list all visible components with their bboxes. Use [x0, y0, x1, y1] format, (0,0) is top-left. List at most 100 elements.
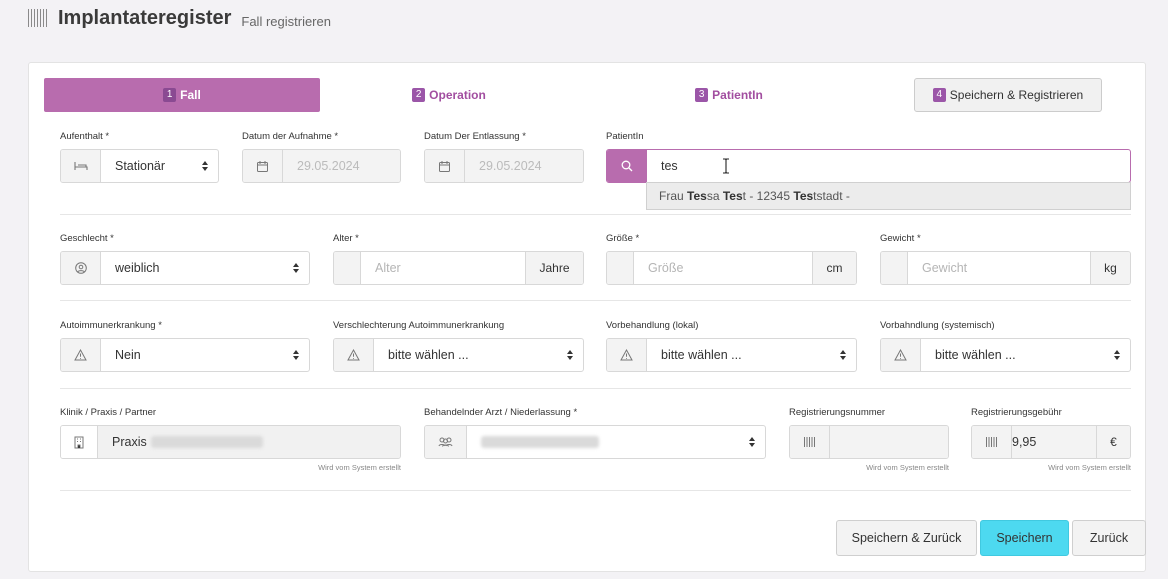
geschlecht-select[interactable]: weiblich [60, 251, 310, 285]
regnr-label: Registrierungsnummer [789, 407, 886, 418]
regnr-value [830, 426, 948, 458]
groesse-addon [607, 252, 634, 284]
suggestion-match: Tes [793, 189, 814, 203]
back-button[interactable]: Zurück [1072, 520, 1146, 556]
warning-icon [334, 339, 374, 371]
groesse-label: Größe * [606, 233, 640, 244]
autoimmun-select[interactable]: Nein [60, 338, 310, 372]
vorbehandlung-lokal-label: Vorbehandlung (lokal) [606, 320, 699, 331]
groesse-input[interactable]: Größe [634, 252, 812, 284]
gewicht-field[interactable]: Gewicht kg [880, 251, 1131, 285]
step-fall[interactable]: 1 Fall [44, 78, 320, 112]
vorbehandlung-lokal-value: bitte wählen ... [661, 348, 742, 362]
patient-search-input[interactable]: tes [647, 150, 1130, 182]
suggestion-match: Tes [687, 189, 707, 203]
save-and-back-button[interactable]: Speichern & Zurück [836, 520, 977, 556]
aufnahme-date-field[interactable]: 29.05.2024 [242, 149, 401, 183]
step-label: Fall [180, 88, 201, 102]
geschlecht-value: weiblich [115, 261, 160, 275]
entlassung-date-field[interactable]: 29.05.2024 [424, 149, 584, 183]
step-patientin[interactable]: 3 PatientIn [654, 78, 804, 112]
users-icon [425, 426, 467, 458]
patient-label: PatientIn [606, 131, 644, 142]
verschlechterung-value: bitte wählen ... [388, 348, 469, 362]
vorbehandlung-systemisch-label: Vorbahndlung (systemisch) [880, 320, 995, 331]
wizard-steps: 1 Fall 2 Operation 3 PatientIn 4 Speiche… [44, 78, 1104, 112]
gewicht-input[interactable]: Gewicht [908, 252, 1090, 284]
aufnahme-value: 29.05.2024 [283, 150, 400, 182]
gebuehr-value-text: 9,95 [1012, 435, 1037, 449]
step-save-register[interactable]: 4 Speichern & Registrieren [914, 78, 1102, 112]
alter-label: Alter * [333, 233, 359, 244]
suggestion-match: Tes [722, 189, 743, 203]
suggestion-text: t - 12345 [742, 189, 791, 203]
divider [60, 300, 1131, 301]
vorbehandlung-lokal-select[interactable]: bitte wählen ... [606, 338, 857, 372]
divider [60, 214, 1131, 215]
text-cursor-icon [723, 158, 729, 174]
barcode-icon [972, 426, 1012, 458]
select-arrows-icon [840, 350, 846, 360]
gebuehr-value: 9,95 [1012, 426, 1096, 458]
warning-icon [881, 339, 921, 371]
suggestion-text: sa [706, 189, 720, 203]
klinik-field[interactable]: Praxis [60, 425, 401, 459]
geschlecht-label: Geschlecht * [60, 233, 114, 244]
step-label: Operation [429, 88, 486, 102]
step-operation[interactable]: 2 Operation [374, 78, 524, 112]
patient-suggestion-item[interactable]: Frau Tes sa Tes t - 12345 Tes tstadt - [646, 182, 1131, 210]
step-number: 4 [932, 88, 946, 102]
klinik-value-text: Praxis [112, 435, 147, 449]
redacted-text [481, 436, 599, 448]
select-arrows-icon [567, 350, 573, 360]
klinik-hint: Wird vom System erstellt [318, 463, 401, 472]
aufnahme-label: Datum der Aufnahme * [242, 131, 339, 142]
calendar-icon [243, 150, 283, 182]
entlassung-label: Datum Der Entlassung * [424, 131, 526, 142]
autoimmun-value: Nein [115, 348, 141, 362]
redacted-text [150, 436, 263, 448]
barcode-icon [790, 426, 830, 458]
entlassung-value: 29.05.2024 [465, 150, 583, 182]
arzt-select[interactable] [424, 425, 766, 459]
gewicht-label: Gewicht * [880, 233, 921, 244]
aufenthalt-value: Stationär [115, 159, 166, 173]
verschlechterung-select[interactable]: bitte wählen ... [333, 338, 584, 372]
alter-addon [334, 252, 361, 284]
select-arrows-icon [749, 437, 755, 447]
divider [60, 388, 1131, 389]
app-title: Implantateregister [58, 6, 232, 29]
search-icon[interactable] [607, 150, 647, 182]
calendar-icon [425, 150, 465, 182]
groesse-field[interactable]: Größe cm [606, 251, 857, 285]
select-arrows-icon [293, 350, 299, 360]
save-button[interactable]: Speichern [980, 520, 1069, 556]
vorbehandlung-systemisch-value: bitte wählen ... [935, 348, 1016, 362]
step-number: 3 [695, 88, 709, 102]
patient-search-field[interactable]: tes [606, 149, 1131, 183]
verschlechterung-label: Verschlechterung Autoimmunerkrankung [333, 320, 505, 331]
select-arrows-icon [293, 263, 299, 273]
warning-icon [61, 339, 101, 371]
suggestion-text: Frau [659, 189, 684, 203]
barcode-icon [28, 9, 48, 27]
gebuehr-hint: Wird vom System erstellt [1048, 463, 1131, 472]
building-icon [61, 426, 98, 458]
alter-field[interactable]: Alter Jahre [333, 251, 584, 285]
groesse-unit: cm [812, 252, 856, 284]
gebuehr-field: 9,95 € [971, 425, 1131, 459]
arzt-label: Behandelnder Arzt / Niederlassung * [424, 407, 578, 418]
regnr-hint: Wird vom System erstellt [866, 463, 949, 472]
form-card [28, 62, 1146, 572]
gewicht-addon [881, 252, 908, 284]
step-number: 2 [412, 88, 426, 102]
alter-input[interactable]: Alter [361, 252, 525, 284]
arzt-value [467, 426, 765, 458]
app-header: Implantateregister Fall registrieren [28, 4, 331, 32]
regnr-field [789, 425, 949, 459]
alter-unit: Jahre [525, 252, 583, 284]
step-number: 1 [163, 88, 177, 102]
select-arrows-icon [202, 161, 208, 171]
vorbehandlung-systemisch-select[interactable]: bitte wählen ... [880, 338, 1131, 372]
aufenthalt-select[interactable]: Stationär [60, 149, 219, 183]
